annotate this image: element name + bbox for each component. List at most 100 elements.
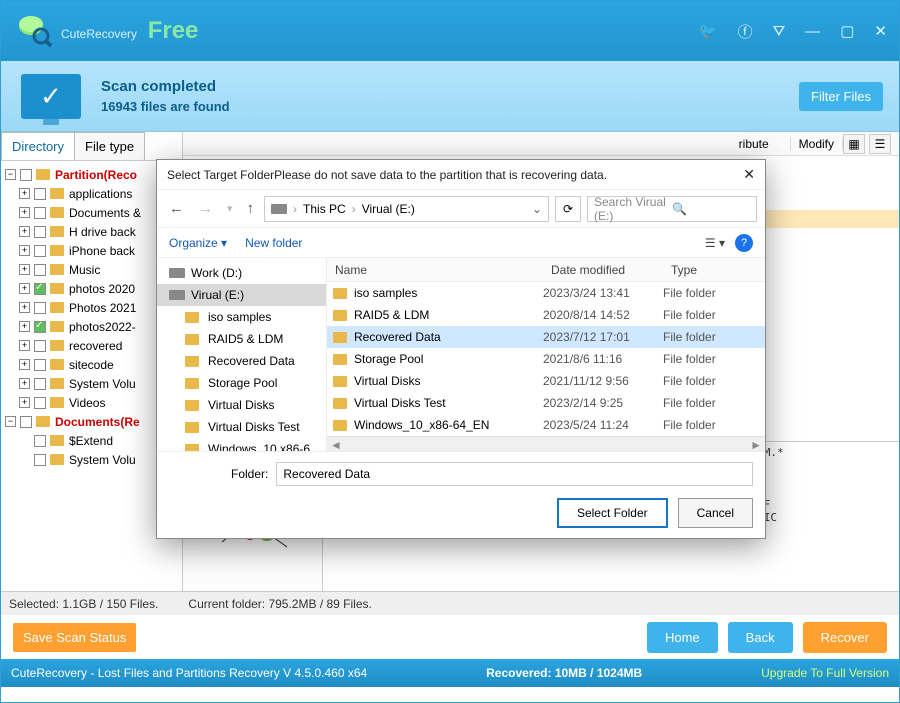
- dialog-folder-tree[interactable]: Work (D:)Virual (E:)iso samplesRAID5 & L…: [157, 258, 327, 451]
- checkbox[interactable]: [34, 454, 46, 466]
- expand-icon[interactable]: +: [19, 359, 30, 370]
- tree-item[interactable]: +System Volu: [3, 374, 180, 393]
- checkbox[interactable]: [34, 264, 46, 276]
- home-button[interactable]: Home: [647, 622, 718, 653]
- folder-item[interactable]: Virtual Disks Test: [157, 416, 326, 438]
- col-modify[interactable]: Modify: [791, 137, 843, 151]
- new-folder-button[interactable]: New folder: [245, 236, 302, 250]
- checkbox[interactable]: [34, 188, 46, 200]
- nav-up-icon[interactable]: ↑: [243, 198, 259, 219]
- list-item[interactable]: Windows_10_x86-64_EN2023/5/24 11:24File …: [327, 414, 765, 436]
- expand-icon[interactable]: −: [5, 416, 16, 427]
- expand-icon[interactable]: +: [19, 378, 30, 389]
- nav-recent-icon[interactable]: ▾: [223, 200, 237, 217]
- nav-forward-icon[interactable]: →: [194, 198, 217, 219]
- drive-item[interactable]: Work (D:): [157, 262, 326, 284]
- recover-button[interactable]: Recover: [803, 622, 887, 653]
- filter-files-button[interactable]: Filter Files: [799, 82, 883, 111]
- save-scan-status-button[interactable]: Save Scan Status: [13, 623, 136, 652]
- drive-item[interactable]: Virual (E:): [157, 284, 326, 306]
- expand-icon[interactable]: +: [19, 264, 30, 275]
- folder-item[interactable]: Virtual Disks: [157, 394, 326, 416]
- checkbox[interactable]: [20, 169, 32, 181]
- checkbox[interactable]: [34, 283, 46, 295]
- tree-item[interactable]: +Documents &: [3, 203, 180, 222]
- checkbox[interactable]: [34, 226, 46, 238]
- facebook-icon[interactable]: ⓕ: [738, 21, 753, 42]
- expand-icon[interactable]: +: [19, 397, 30, 408]
- checkbox[interactable]: [34, 321, 46, 333]
- tree-item[interactable]: System Volu: [3, 450, 180, 469]
- minimize-icon[interactable]: —: [805, 23, 820, 40]
- col-type[interactable]: Type: [663, 263, 705, 277]
- expand-icon[interactable]: +: [19, 226, 30, 237]
- cancel-button[interactable]: Cancel: [678, 498, 753, 528]
- tree-item[interactable]: +photos 2020: [3, 279, 180, 298]
- checkbox[interactable]: [34, 207, 46, 219]
- checkbox[interactable]: [20, 416, 32, 428]
- folder-item[interactable]: Recovered Data: [157, 350, 326, 372]
- col-date-modified[interactable]: Date modified: [543, 263, 663, 277]
- horizontal-scrollbar[interactable]: ◄►: [327, 436, 765, 451]
- folder-item[interactable]: Storage Pool: [157, 372, 326, 394]
- checkbox[interactable]: [34, 435, 46, 447]
- upgrade-link[interactable]: Upgrade To Full Version: [761, 666, 889, 680]
- organize-menu[interactable]: Organize ▾: [169, 236, 227, 250]
- tab-directory[interactable]: Directory: [1, 132, 75, 160]
- breadcrumb[interactable]: › This PC › Virual (E:) ⌄: [264, 196, 549, 222]
- maximize-icon[interactable]: ▢: [840, 22, 854, 40]
- folder-item[interactable]: RAID5 & LDM: [157, 328, 326, 350]
- view-grid-icon[interactable]: ▦: [843, 134, 865, 154]
- folder-item[interactable]: iso samples: [157, 306, 326, 328]
- tree-item[interactable]: −Partition(Reco: [3, 165, 180, 184]
- refresh-icon[interactable]: ⟳: [555, 196, 581, 222]
- col-attribute[interactable]: ribute: [731, 137, 791, 151]
- tab-file-type[interactable]: File type: [74, 132, 145, 160]
- tree-item[interactable]: +Music: [3, 260, 180, 279]
- tree-item[interactable]: +photos2022-: [3, 317, 180, 336]
- dialog-close-icon[interactable]: ✕: [743, 166, 755, 183]
- checkbox[interactable]: [34, 245, 46, 257]
- col-name[interactable]: Name: [327, 263, 543, 277]
- tree-item[interactable]: +Photos 2021: [3, 298, 180, 317]
- expand-icon[interactable]: +: [19, 188, 30, 199]
- help-icon[interactable]: ?: [735, 234, 753, 252]
- select-folder-button[interactable]: Select Folder: [557, 498, 668, 528]
- tree-item[interactable]: +Videos: [3, 393, 180, 412]
- expand-icon[interactable]: −: [5, 169, 16, 180]
- expand-icon[interactable]: +: [19, 245, 30, 256]
- tree-item[interactable]: +applications: [3, 184, 180, 203]
- tree-item[interactable]: +iPhone back: [3, 241, 180, 260]
- tree-item[interactable]: $Extend: [3, 431, 180, 450]
- close-icon[interactable]: ✕: [874, 22, 887, 40]
- checkbox[interactable]: [34, 340, 46, 352]
- expand-icon[interactable]: +: [19, 207, 30, 218]
- expand-icon[interactable]: +: [19, 340, 30, 351]
- tree-item[interactable]: +sitecode: [3, 355, 180, 374]
- dialog-folder-list[interactable]: Name Date modified Type iso samples2023/…: [327, 258, 765, 451]
- expand-icon[interactable]: +: [19, 321, 30, 332]
- list-item[interactable]: Virtual Disks2021/11/12 9:56File folder: [327, 370, 765, 392]
- folder-input[interactable]: [276, 462, 753, 486]
- checkbox[interactable]: [34, 378, 46, 390]
- list-item[interactable]: RAID5 & LDM2020/8/14 14:52File folder: [327, 304, 765, 326]
- chevron-down-icon[interactable]: ⌄: [532, 202, 542, 216]
- tree-item[interactable]: −Documents(Re: [3, 412, 180, 431]
- view-list-icon[interactable]: ☰: [869, 134, 891, 154]
- twitter-icon[interactable]: 🐦: [699, 22, 718, 40]
- expand-icon[interactable]: +: [19, 283, 30, 294]
- list-item[interactable]: iso samples2023/3/24 13:41File folder: [327, 282, 765, 304]
- tree-item[interactable]: +recovered: [3, 336, 180, 355]
- list-item[interactable]: Virtual Disks Test2023/2/14 9:25File fol…: [327, 392, 765, 414]
- checkbox[interactable]: [34, 302, 46, 314]
- checkbox[interactable]: [34, 397, 46, 409]
- checkbox[interactable]: [34, 359, 46, 371]
- tree-item[interactable]: +H drive back: [3, 222, 180, 241]
- back-button[interactable]: Back: [728, 622, 793, 653]
- folder-item[interactable]: Windows_10 x86-6: [157, 438, 326, 451]
- list-item[interactable]: Recovered Data2023/7/12 17:01File folder: [327, 326, 765, 348]
- share-icon[interactable]: ⛛: [773, 23, 786, 40]
- nav-back-icon[interactable]: ←: [165, 198, 188, 219]
- list-item[interactable]: Storage Pool2021/8/6 11:16File folder: [327, 348, 765, 370]
- expand-icon[interactable]: +: [19, 302, 30, 313]
